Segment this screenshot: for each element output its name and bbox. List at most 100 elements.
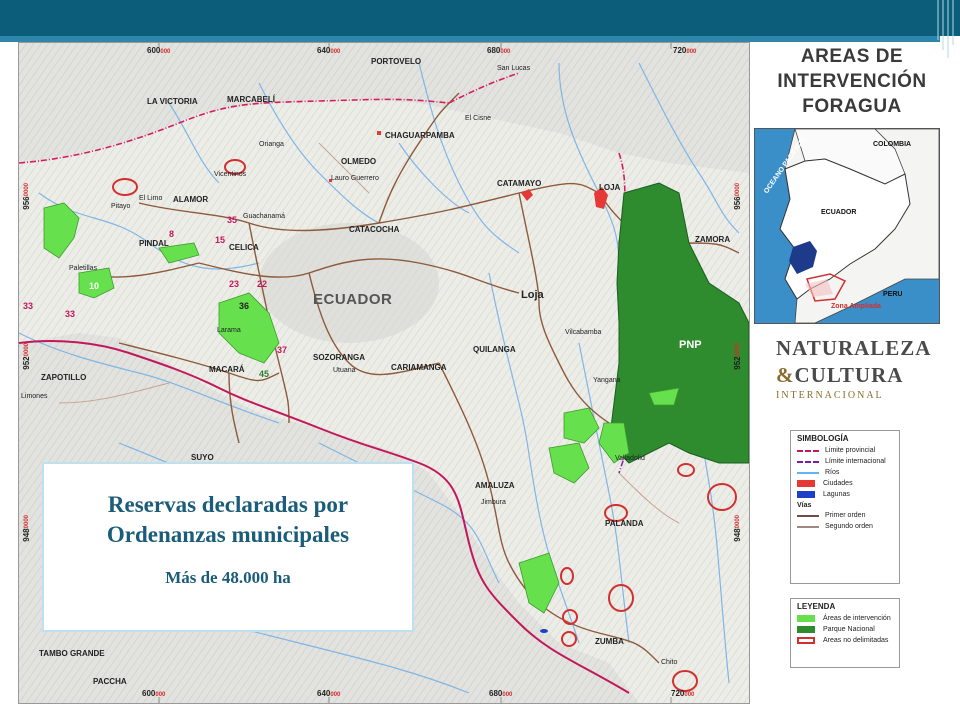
town-label: Jimbura <box>481 499 506 506</box>
area-number: 35 <box>227 215 238 225</box>
town-label: Paletillas <box>69 265 98 272</box>
town-label: ZAPOTILLO <box>41 373 87 382</box>
coord-right-956: 9560000 <box>733 183 742 210</box>
legend-label: Áreas de intervención <box>823 615 891 622</box>
town-label: PORTOVELO <box>371 57 422 66</box>
area-number: 36 <box>239 301 250 311</box>
area-legend: LEYENDA Áreas de intervención Parque Naci… <box>790 598 900 668</box>
symbology-row: Límite internacional <box>797 457 893 466</box>
symbology-label: Límite internacional <box>825 458 886 465</box>
town-label: LA VICTORIA <box>147 97 198 106</box>
town-label: ALAMOR <box>173 195 209 204</box>
town-label: Vilcabamba <box>565 329 602 336</box>
legend-swatch <box>797 626 815 633</box>
town-label: SUYO <box>191 453 214 462</box>
town-label: PINDAL <box>139 239 169 248</box>
town-label: AMALUZA <box>475 481 515 490</box>
coord-left-952: 9520000 <box>22 343 31 370</box>
town-label: Larama <box>217 327 241 334</box>
callout-title-line1: Reservas declaradas por <box>107 492 349 517</box>
town-label: ZUMBA <box>595 637 624 646</box>
coord-bottom-600: 600000 <box>142 689 166 698</box>
symbology-line-swatch <box>797 471 819 474</box>
inset-label-ecuador: ECUADOR <box>821 209 857 216</box>
symbology-label: Limite provincial <box>825 447 876 454</box>
symbology-row: Lagunas <box>797 490 893 499</box>
town-label: Loja <box>521 289 544 301</box>
town-label: Utuana <box>333 367 356 374</box>
brand-line1: NATURALEZA <box>776 336 932 360</box>
area-number: 15 <box>215 235 226 245</box>
coord-right-952: 9520000 <box>733 343 742 370</box>
coord-top-720: 720000 <box>673 46 697 55</box>
road-label: Segundo orden <box>825 523 873 530</box>
town-label: SOZORANGA <box>313 353 365 362</box>
symbology-line-swatch <box>797 449 819 452</box>
area-number: 37 <box>277 345 288 355</box>
town-label: Chito <box>661 659 678 666</box>
inset-label-zone: Zona Ampliada <box>831 303 881 310</box>
town-label: CARIAMANGA <box>391 363 447 372</box>
road-label: Primer orden <box>825 512 866 519</box>
town-label: Valladolid <box>615 455 645 462</box>
brand-line2: &CULTURA <box>776 363 946 388</box>
coord-bottom-640: 640000 <box>317 689 341 698</box>
reserves-callout: Reservas declaradas por Ordenanzas munic… <box>42 462 414 632</box>
town-label: El Cisne <box>465 115 492 122</box>
brand-logo: NATURALEZA &CULTURA INTERNACIONAL <box>776 336 946 401</box>
park-label: PNP <box>679 339 702 351</box>
legend-title: LEYENDA <box>797 602 836 611</box>
symbology-title: SIMBOLOGÍA <box>797 434 849 443</box>
town-label: El Limo <box>139 195 163 202</box>
town-label: PACCHA <box>93 677 127 686</box>
sidebar-title-line3: FORAGUA <box>802 96 902 117</box>
symbology-legend: SIMBOLOGÍA Limite provincial Límite inter… <box>790 430 900 584</box>
header-bar <box>0 0 960 36</box>
coord-top-600: 600000 <box>147 46 171 55</box>
area-number: 10 <box>89 281 100 291</box>
town-label: QUILANGA <box>473 345 516 354</box>
area-number: 45 <box>259 369 270 379</box>
legend-row: Parque Nacional <box>797 625 893 634</box>
town-label: CATACOCHA <box>349 225 400 234</box>
symbology-row: Ciudades <box>797 479 893 488</box>
road-row: Primer orden <box>797 511 893 520</box>
area-number: 23 <box>229 279 240 289</box>
coord-top-680: 680000 <box>487 46 511 55</box>
town-label: Yangana <box>593 377 621 384</box>
callout-title-line2: Ordenanzas municipales <box>106 522 350 547</box>
legend-label: Areas no delimitadas <box>823 637 889 644</box>
symbology-swatch <box>797 491 815 498</box>
inset-map-graphic <box>779 129 939 323</box>
brand-line3: INTERNACIONAL <box>776 390 884 401</box>
town-label: Pitayo <box>111 203 131 210</box>
legend-row: Áreas de intervención <box>797 614 893 623</box>
area-number: 22 <box>257 279 268 289</box>
road-row: Segundo orden <box>797 522 893 531</box>
road-line-swatch <box>797 514 819 517</box>
area-number: 8 <box>169 229 175 239</box>
legend-swatch <box>797 637 815 644</box>
sidebar-title-line2: INTERVENCIÓN <box>777 71 927 92</box>
coord-left-956: 9560000 <box>22 183 31 210</box>
country-label: ECUADOR <box>313 291 393 308</box>
town-label: Vicentinos <box>214 171 247 178</box>
coord-left-948: 9480000 <box>22 515 31 542</box>
symbology-row: Ríos <box>797 468 893 477</box>
town-label: Orianga <box>259 141 284 148</box>
legend-swatch <box>797 615 815 622</box>
town-label: MARCABELÍ <box>227 95 275 104</box>
brand-line2-text: CULTURA <box>794 363 904 387</box>
inset-label-colombia: COLOMBIA <box>873 141 912 148</box>
coord-top-640: 640000 <box>317 46 341 55</box>
symbology-label: Lagunas <box>823 491 850 498</box>
symbology-row: Limite provincial <box>797 446 893 455</box>
town-label: Lauro Guerrero <box>331 175 379 182</box>
town-label: CHAGUARPAMBA <box>385 131 455 140</box>
town-label: CELICA <box>229 243 259 252</box>
callout-subtitle: Más de 48.000 ha <box>165 568 291 587</box>
town-label: Guachanamá <box>243 213 286 220</box>
area-number: 33 <box>65 309 76 319</box>
road-line-swatch <box>797 525 819 528</box>
coord-right-948: 9480000 <box>733 515 742 542</box>
